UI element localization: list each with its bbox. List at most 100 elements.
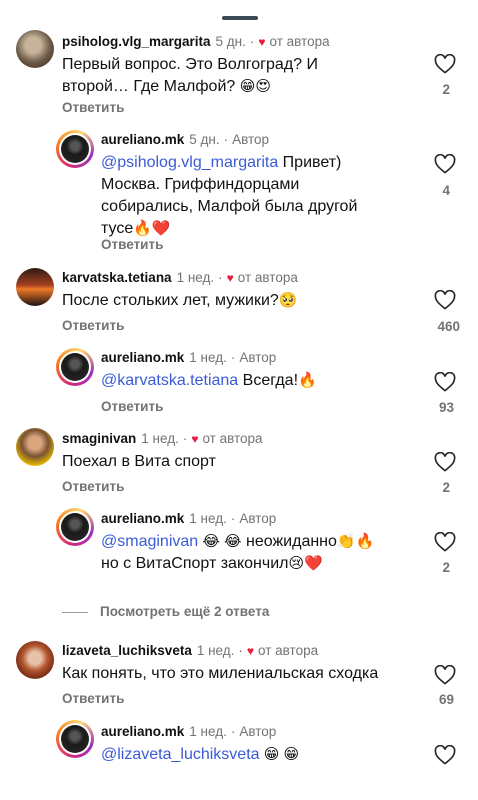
emoji: 😢❤️ [288,555,323,572]
avatar[interactable] [16,428,54,466]
emoji: 🔥❤️ [133,220,171,237]
username[interactable]: karvatska.tetiana [62,270,172,285]
author-badge: Автор [239,511,277,526]
like-heart-icon[interactable] [434,744,456,770]
like-heart-icon[interactable] [434,531,456,557]
like-heart-icon[interactable] [434,371,456,397]
comment-text: @psiholog.vlg_margarita Привет) Москва. … [101,152,357,240]
like-heart-icon[interactable] [434,451,456,477]
mention-link[interactable]: @karvatska.tetiana [101,372,238,389]
avatar[interactable] [16,30,54,68]
like-count: 69 [438,692,454,707]
comment-text: Поехал в Вита спорт [62,451,216,473]
timestamp: 1 нед. [189,724,227,739]
comment-meta: karvatska.tetiana 1 нед. · ♥ от автора [62,270,298,285]
comment-text-line: второй… Где Малфой? [62,78,236,95]
avatar[interactable] [56,720,94,758]
username[interactable]: lizaveta_luchiksveta [62,643,192,658]
reply-button[interactable]: Ответить [62,100,124,115]
emoji: 🥺 [278,292,298,309]
author-badge: Автор [239,350,277,365]
timestamp: 1 нед. [196,643,235,658]
avatar[interactable] [56,508,94,546]
comment-text-line: Как понять, что это милениальская сходка [62,665,379,682]
avatar[interactable] [16,641,54,679]
like-heart-icon[interactable] [434,289,456,315]
timestamp: 5 дн. [215,34,246,49]
emoji: 😁 😁 [259,746,300,763]
timestamp: 1 нед. [141,431,179,446]
emoji: 🔥 [298,372,317,389]
comment-meta: aureliano.mk 1 нед. · Автор [101,511,277,526]
reply-button[interactable]: Ответить [62,318,124,333]
divider [62,611,88,613]
view-more-replies-button[interactable]: Посмотреть ещё 2 ответа [62,604,269,619]
avatar[interactable] [56,348,94,386]
username[interactable]: aureliano.mk [101,132,184,147]
author-badge: от автора [202,431,263,446]
username[interactable]: aureliano.mk [101,724,184,739]
author-heart-icon: ♥ [191,432,199,446]
author-badge: от автора [269,34,330,49]
reply-button[interactable]: Ответить [101,399,163,414]
author-heart-icon: ♥ [246,644,255,658]
comment-meta: aureliano.mk 5 дн. · Автор [101,132,270,147]
comment-text: Первый вопрос. Это Волгоград? И второй… … [62,54,318,98]
timestamp: 5 дн. [189,132,220,147]
comment-text: @smaginivan 😂 😂 неожиданно👏🔥 но с ВитаСп… [101,531,374,575]
comment-text-line: После стольких лет, мужики? [62,292,279,309]
comment-text-line: но с ВитаСпорт закончил [101,555,289,572]
comment-meta: psiholog.vlg_margarita 5 дн. · ♥ от автора [62,34,330,49]
drag-handle[interactable] [222,16,258,20]
comment-meta: smaginivan 1 нед. · ♥ от автора [62,431,263,446]
like-count: 2 [442,82,450,97]
mention-link[interactable]: @psiholog.vlg_margarita [101,154,278,171]
timestamp: 1 нед. [176,270,215,285]
username[interactable]: psiholog.vlg_margarita [62,34,211,49]
reply-button[interactable]: Ответить [62,479,124,494]
emoji: 👏🔥 [336,533,375,550]
mention-link[interactable]: @lizaveta_luchiksveta [101,746,260,763]
comment-text-line: Первый вопрос. Это Волгоград? И [62,56,318,73]
emoji: 😁😍 [239,78,272,95]
avatar[interactable] [16,268,54,306]
comment-text-line: неожиданно [241,533,337,550]
like-count: 2 [442,480,450,495]
comment-text-line: Привет) [278,154,342,171]
like-heart-icon[interactable] [434,53,456,79]
author-heart-icon: ♥ [258,35,266,49]
view-more-replies-label: Посмотреть ещё 2 ответа [100,604,270,619]
username[interactable]: smaginivan [62,431,136,446]
emoji: 😂 😂 [198,533,242,550]
timestamp: 1 нед. [189,350,227,365]
like-count: 460 [437,319,460,334]
comment-meta: aureliano.mk 1 нед. · Автор [101,724,277,739]
username[interactable]: aureliano.mk [101,350,184,365]
like-count: 4 [442,183,450,198]
author-badge: Автор [239,724,277,739]
reply-button[interactable]: Ответить [101,237,163,252]
author-badge: Автор [232,132,270,147]
comment-text: @karvatska.tetiana Всегда!🔥 [101,370,317,392]
comment-text-line: Всегда! [238,372,299,389]
comment-meta: lizaveta_luchiksveta 1 нед. · ♥ от автора [62,643,319,658]
comment-text: После стольких лет, мужики?🥺 [62,290,298,312]
mention-link[interactable]: @smaginivan [101,533,198,550]
like-heart-icon[interactable] [434,153,456,179]
username[interactable]: aureliano.mk [101,511,184,526]
timestamp: 1 нед. [189,511,227,526]
like-heart-icon[interactable] [434,664,456,690]
reply-button[interactable]: Ответить [62,691,124,706]
avatar[interactable] [56,130,94,168]
comment-text-line: собирались, Малфой была другой [101,198,358,215]
like-count: 2 [442,560,450,575]
comment-meta: aureliano.mk 1 нед. · Автор [101,350,277,365]
comment-text-line: Москва. Гриффиндорцами [101,176,300,193]
comment-text-line: Поехал в Вита спорт [62,453,216,470]
comment-text: @lizaveta_luchiksveta 😁 😁 [101,744,299,766]
author-badge: от автора [237,270,298,285]
like-count: 93 [438,400,454,415]
comment-text: Как понять, что это милениальская сходка [62,663,378,685]
author-heart-icon: ♥ [226,271,234,285]
comment-text-line: тусе [101,220,134,237]
